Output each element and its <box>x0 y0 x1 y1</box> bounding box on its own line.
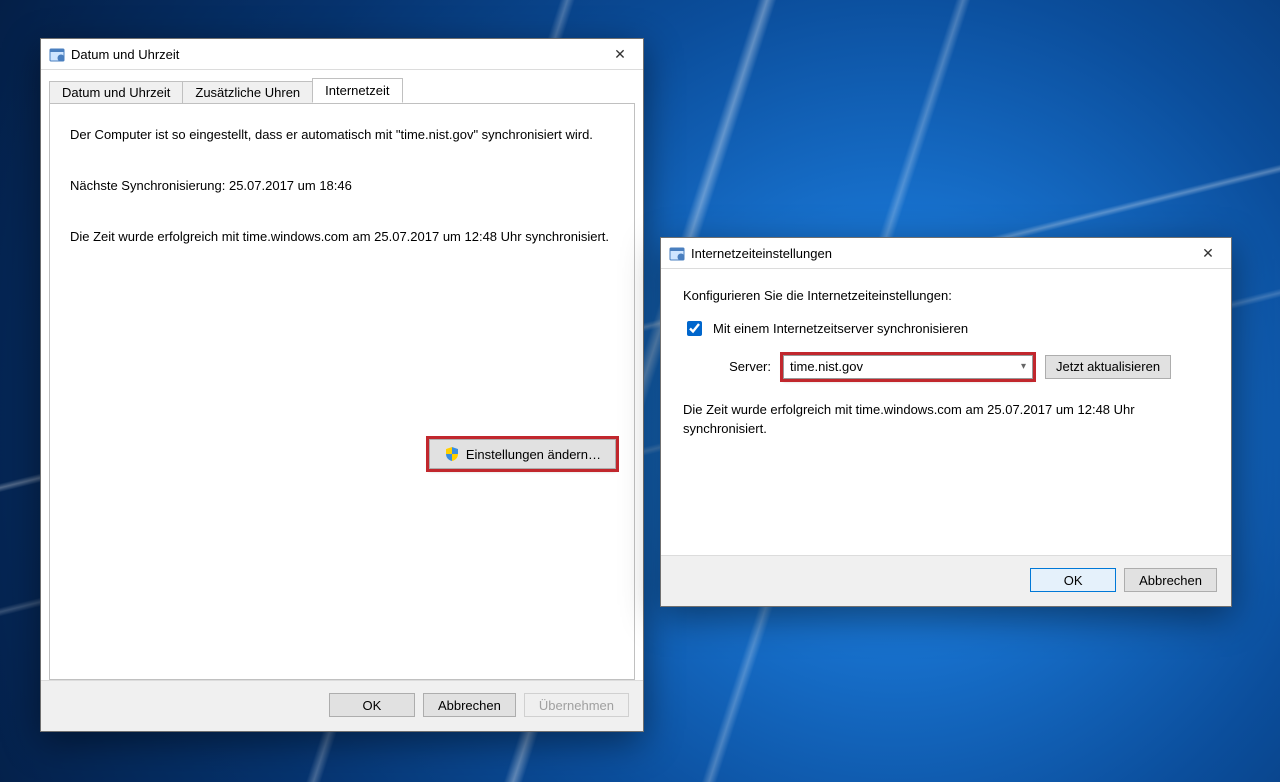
ok-button[interactable]: OK <box>1030 568 1116 592</box>
chevron-down-icon: ▾ <box>1021 361 1026 372</box>
window-title: Internetzeiteinstellungen <box>691 246 1191 261</box>
titlebar[interactable]: Datum und Uhrzeit ✕ <box>41 39 643 70</box>
dialog-button-bar: OK Abbrechen <box>661 555 1231 606</box>
sync-status-text: Die Zeit wurde erfolgreich mit time.wind… <box>683 401 1209 439</box>
sync-description: Der Computer ist so eingestellt, dass er… <box>70 126 614 145</box>
server-value: time.nist.gov <box>790 359 863 374</box>
cancel-button[interactable]: Abbrechen <box>1124 568 1217 592</box>
tab-internet-time[interactable]: Internetzeit <box>312 78 402 103</box>
tab-date-time[interactable]: Datum und Uhrzeit <box>49 81 183 104</box>
next-sync-text: Nächste Synchronisierung: 25.07.2017 um … <box>70 177 614 196</box>
uac-shield-icon <box>444 446 460 462</box>
apply-button: Übernehmen <box>524 693 629 717</box>
window-title: Datum und Uhrzeit <box>71 47 603 62</box>
intro-text: Konfigurieren Sie die Internetzeiteinste… <box>683 287 1209 306</box>
ok-button[interactable]: OK <box>329 693 415 717</box>
calendar-clock-icon <box>49 46 65 62</box>
change-settings-highlight: Einstellungen ändern… <box>429 439 616 469</box>
cancel-button[interactable]: Abbrechen <box>423 693 516 717</box>
close-button[interactable]: ✕ <box>603 43 637 65</box>
date-time-window: Datum und Uhrzeit ✕ Datum und Uhrzeit Zu… <box>40 38 644 732</box>
server-combobox[interactable]: time.nist.gov ▾ <box>783 355 1033 379</box>
internet-time-settings-window: Internetzeiteinstellungen ✕ Konfiguriere… <box>660 237 1232 607</box>
close-button[interactable]: ✕ <box>1191 242 1225 264</box>
tab-additional-clocks[interactable]: Zusätzliche Uhren <box>182 81 313 104</box>
update-now-button[interactable]: Jetzt aktualisieren <box>1045 355 1171 379</box>
sync-enable-label: Mit einem Internetzeitserver synchronisi… <box>713 321 968 336</box>
tab-strip: Datum und Uhrzeit Zusätzliche Uhren Inte… <box>41 70 643 103</box>
change-settings-label: Einstellungen ändern… <box>466 447 601 462</box>
change-settings-button[interactable]: Einstellungen ändern… <box>429 439 616 469</box>
dialog-button-bar: OK Abbrechen Übernehmen <box>41 680 643 731</box>
titlebar[interactable]: Internetzeiteinstellungen ✕ <box>661 238 1231 269</box>
last-sync-text: Die Zeit wurde erfolgreich mit time.wind… <box>70 228 614 247</box>
calendar-clock-icon <box>669 245 685 261</box>
tabpage-internet-time: Der Computer ist so eingestellt, dass er… <box>49 103 635 680</box>
sync-enable-checkbox[interactable] <box>687 321 702 336</box>
server-label: Server: <box>719 359 771 374</box>
